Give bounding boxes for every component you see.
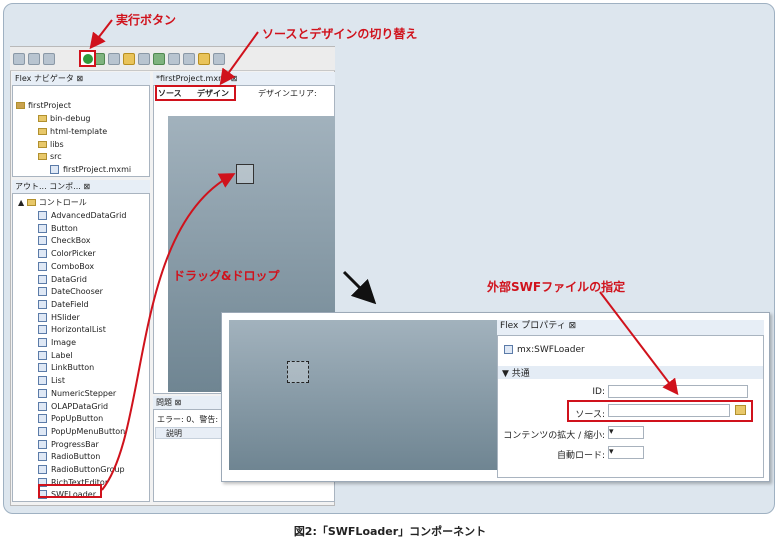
figure-caption: 図2:「SWFLoader」コンポーネント — [293, 525, 487, 538]
external-swf-arrow — [599, 291, 679, 396]
zoom-arrow — [342, 270, 377, 305]
annotation-arrows — [89, 19, 679, 491]
toggle-arrow — [219, 31, 259, 86]
drag-arrow — [101, 173, 236, 491]
run-arrow — [89, 19, 113, 50]
